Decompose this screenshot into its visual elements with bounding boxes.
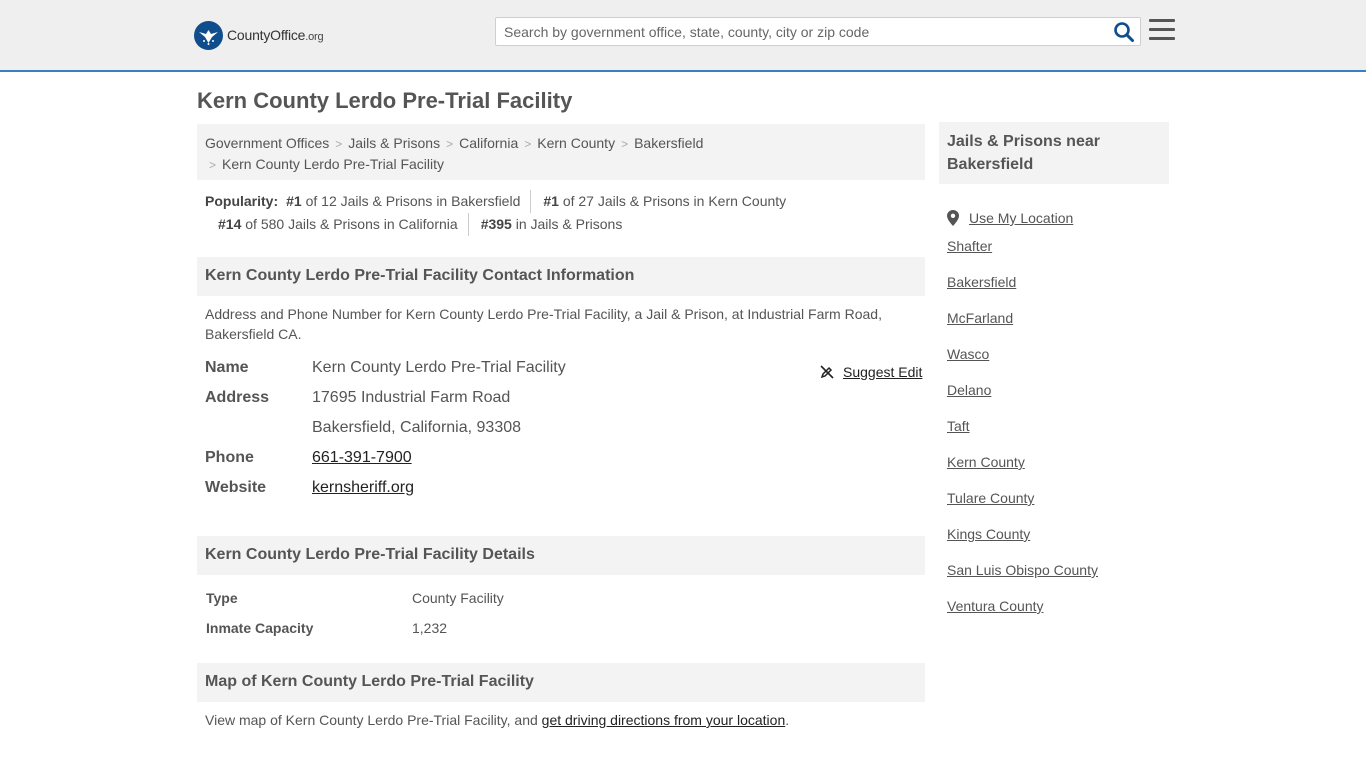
sidebar-link-san-luis-obispo-county[interactable]: San Luis Obispo County — [947, 562, 1098, 578]
breadcrumb-california[interactable]: California — [459, 135, 518, 151]
details-section-heading: Kern County Lerdo Pre-Trial Facility Det… — [197, 536, 925, 575]
address-line-2: Bakersfield, California, 93308 — [312, 419, 522, 436]
sidebar-link-bakersfield[interactable]: Bakersfield — [947, 274, 1016, 290]
phone-link[interactable]: 661-391-7900 — [312, 449, 412, 466]
nearby-locations-list: Use My Location Shafter Bakersfield McFa… — [947, 200, 1169, 632]
address-label: Address — [205, 389, 270, 406]
sidebar-link-shafter[interactable]: Shafter — [947, 238, 992, 254]
hamburger-menu-icon[interactable] — [1149, 19, 1175, 43]
breadcrumb-bakersfield[interactable]: Bakersfield — [634, 135, 703, 151]
breadcrumb-separator-icon: > — [621, 137, 629, 151]
sidebar-link-wasco[interactable]: Wasco — [947, 346, 989, 362]
capacity-label: Inmate Capacity — [206, 620, 314, 636]
breadcrumb-current: Kern County Lerdo Pre-Trial Facility — [222, 156, 445, 172]
capacity-value: 1,232 — [412, 620, 448, 636]
contact-section-heading: Kern County Lerdo Pre-Trial Facility Con… — [197, 257, 925, 296]
breadcrumb-separator-icon: > — [446, 137, 454, 151]
use-my-location-link[interactable]: Use My Location — [969, 208, 1073, 228]
sidebar-link-tulare-county[interactable]: Tulare County — [947, 490, 1034, 506]
type-label: Type — [206, 590, 238, 606]
popularity-item: #1 of 12 Jails & Prisons in Bakersfield — [286, 193, 521, 209]
popularity-item: #1 of 27 Jails & Prisons in Kern County — [530, 190, 796, 213]
suggest-edit-link[interactable]: Suggest Edit — [843, 364, 922, 380]
type-value: County Facility — [412, 590, 504, 606]
info-row-website: Website kernsheriff.org — [205, 479, 925, 509]
popularity-item: #14 of 580 Jails & Prisons in California — [218, 216, 458, 232]
address-line-1: 17695 Industrial Farm Road — [312, 389, 511, 406]
info-row-phone: Phone 661-391-7900 — [205, 449, 925, 479]
phone-label: Phone — [205, 449, 254, 466]
breadcrumb-government-offices[interactable]: Government Offices — [205, 135, 329, 151]
sidebar-link-mcfarland[interactable]: McFarland — [947, 310, 1013, 326]
name-value: Kern County Lerdo Pre-Trial Facility — [312, 359, 566, 376]
map-pin-icon — [947, 210, 959, 226]
website-link[interactable]: kernsheriff.org — [312, 479, 414, 496]
breadcrumb-separator-icon: > — [209, 158, 217, 172]
info-row-address: Address 17695 Industrial Farm Road — [205, 389, 925, 419]
sidebar-link-taft[interactable]: Taft — [947, 418, 970, 434]
driving-directions-link[interactable]: get driving directions from your locatio… — [542, 712, 786, 728]
breadcrumb-separator-icon: > — [524, 137, 532, 151]
contact-description: Address and Phone Number for Kern County… — [205, 306, 882, 342]
map-section-heading: Map of Kern County Lerdo Pre-Trial Facil… — [197, 663, 925, 702]
use-location-item[interactable]: Use My Location — [947, 200, 1169, 236]
breadcrumb-separator-icon: > — [335, 137, 343, 151]
search-bar — [495, 17, 1141, 46]
map-description: View map of Kern County Lerdo Pre-Trial … — [205, 712, 790, 728]
website-label: Website — [205, 479, 267, 496]
sidebar-heading: Jails & Prisons near Bakersfield — [939, 122, 1169, 184]
search-input[interactable] — [496, 18, 1106, 45]
sidebar-link-kern-county[interactable]: Kern County — [947, 454, 1025, 470]
site-header: CountyOffice.org — [0, 0, 1366, 72]
logo-wordmark: CountyOffice.org — [227, 27, 324, 43]
eagle-logo-icon — [194, 20, 223, 50]
info-row-address-2: Bakersfield, California, 93308 — [205, 419, 925, 449]
edit-off-icon — [820, 365, 834, 379]
site-logo[interactable]: CountyOffice.org — [194, 20, 324, 50]
sidebar-link-delano[interactable]: Delano — [947, 382, 991, 398]
popularity-label: Popularity: — [205, 193, 279, 209]
sidebar-link-ventura-county[interactable]: Ventura County — [947, 598, 1044, 614]
breadcrumb-kern-county[interactable]: Kern County — [537, 135, 615, 151]
details-row-capacity: Inmate Capacity 1,232 — [205, 620, 905, 650]
suggest-edit[interactable]: Suggest Edit — [819, 364, 922, 380]
sidebar-link-kings-county[interactable]: Kings County — [947, 526, 1030, 542]
page-title: Kern County Lerdo Pre-Trial Facility — [197, 88, 573, 113]
search-icon[interactable] — [1113, 21, 1135, 43]
name-label: Name — [205, 359, 249, 376]
info-row-name: Name Kern County Lerdo Pre-Trial Facilit… — [205, 359, 925, 389]
popularity-item: #395 in Jails & Prisons — [467, 213, 633, 236]
details-row-type: Type County Facility — [205, 590, 905, 620]
breadcrumb-jails-prisons[interactable]: Jails & Prisons — [348, 135, 440, 151]
breadcrumb: Government Offices > Jails & Prisons > Calif… — [197, 124, 925, 180]
popularity-rankings: Popularity: #1 of 12 Jails & Prisons in B… — [205, 190, 925, 236]
